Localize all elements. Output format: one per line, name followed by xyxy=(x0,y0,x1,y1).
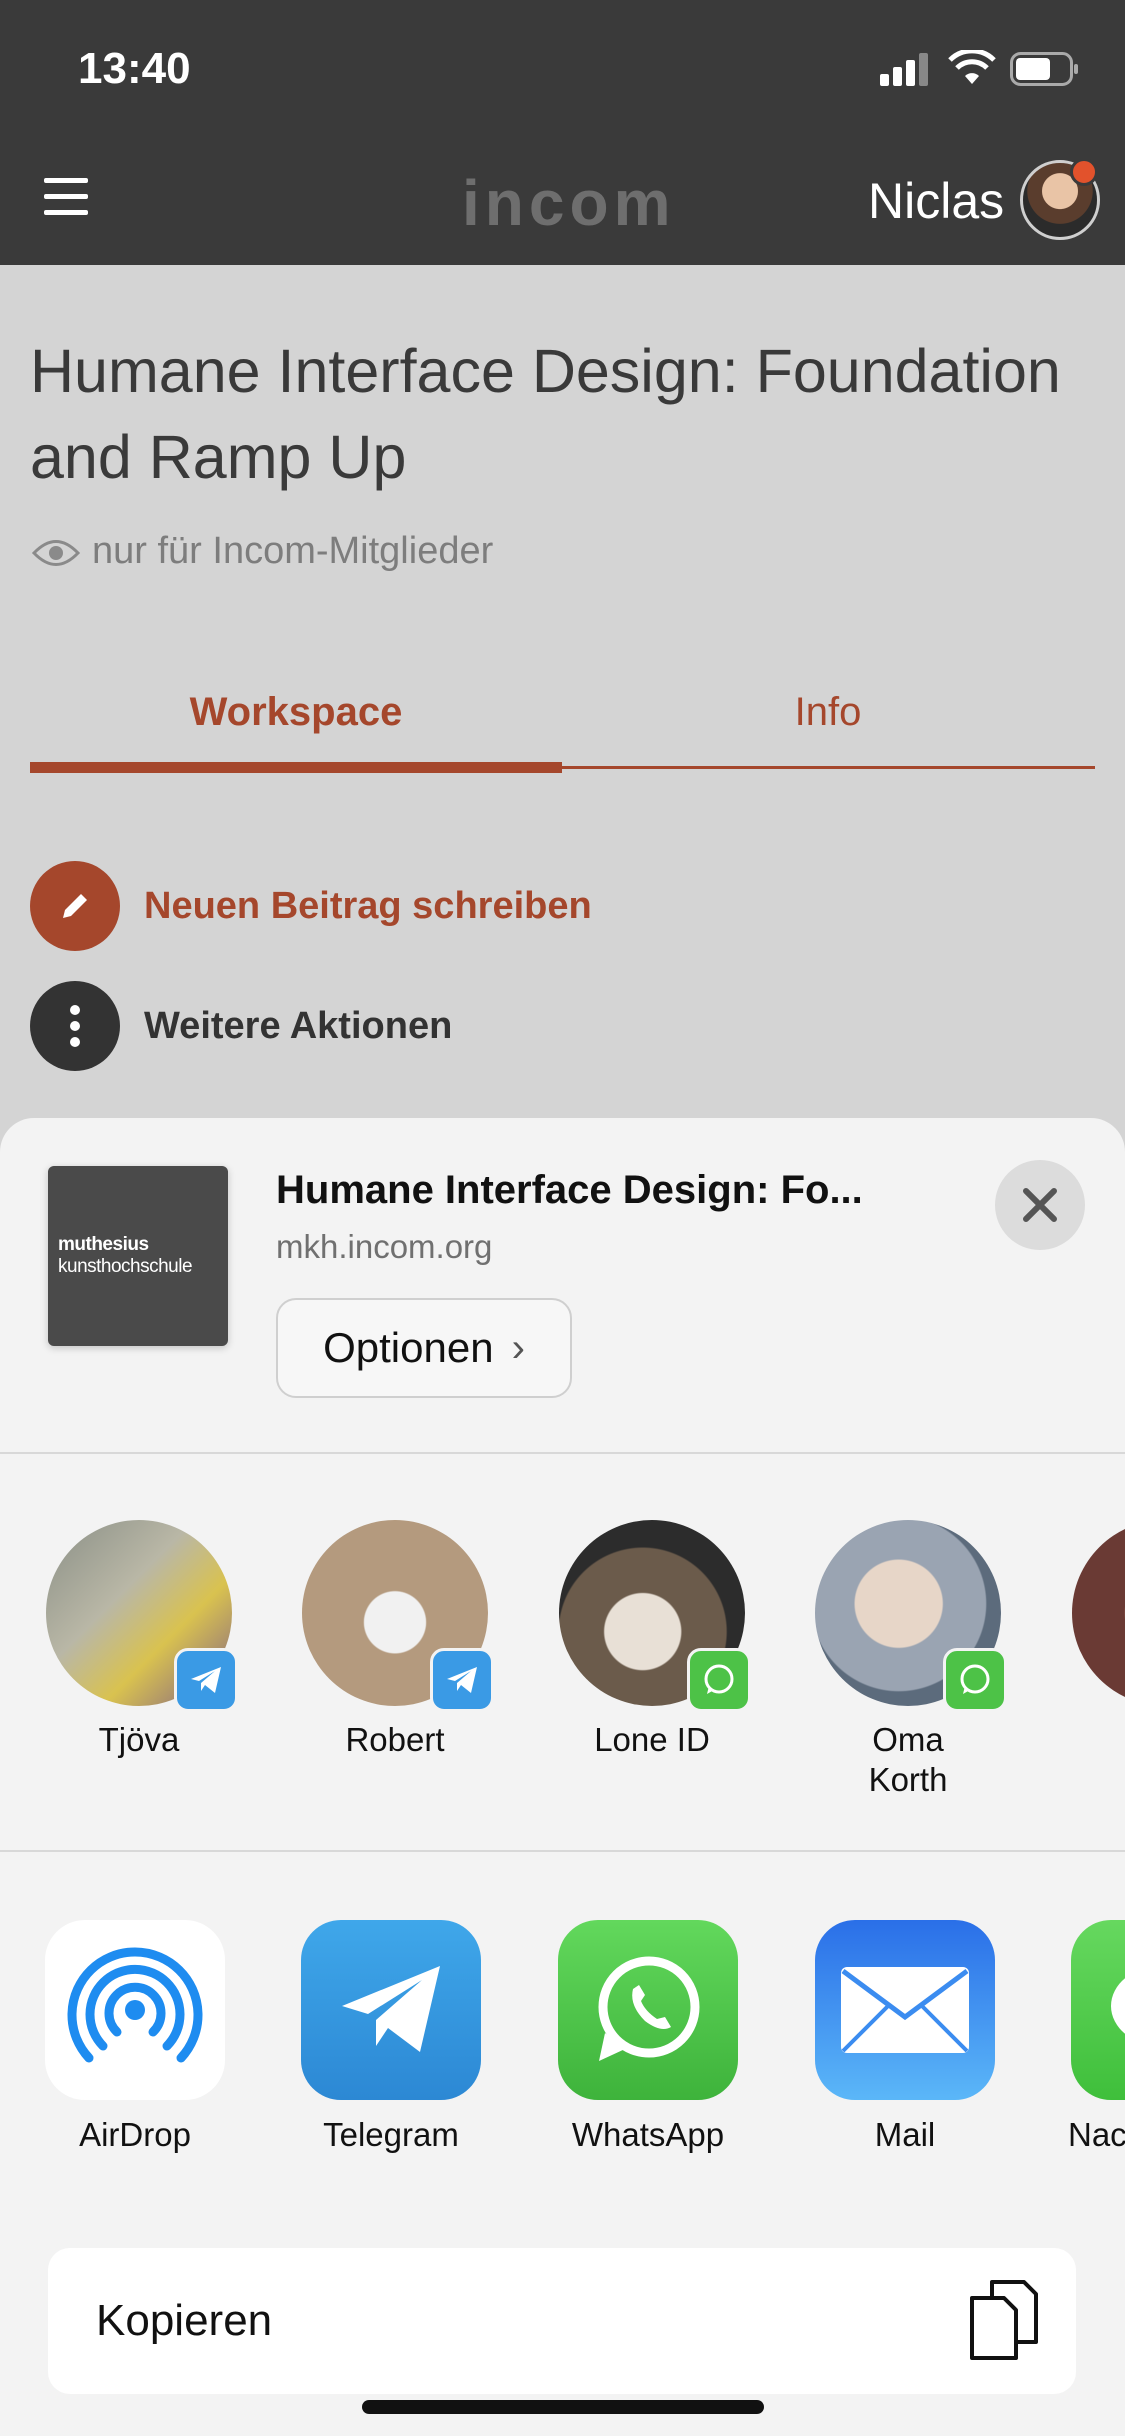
thumbnail-line2: kunsthochschule xyxy=(58,1256,193,1277)
contact-name: Lone ID xyxy=(594,1721,710,1758)
airdrop-icon xyxy=(45,1920,225,2100)
more-actions[interactable]: Weitere Aktionen xyxy=(30,980,452,1072)
new-post-label: Neuen Beitrag schreiben xyxy=(144,884,592,927)
notification-dot xyxy=(1070,158,1098,186)
app-label: AirDrop xyxy=(79,2116,191,2153)
options-label: Optionen xyxy=(323,1324,494,1371)
messages-icon xyxy=(1071,1920,1125,2100)
options-button[interactable]: Optionen › xyxy=(276,1298,572,1398)
tab-active-indicator xyxy=(30,762,562,773)
app-airdrop[interactable]: AirDrop xyxy=(30,1920,240,2154)
copy-action[interactable]: Kopieren xyxy=(48,2248,1076,2394)
copy-icon xyxy=(970,2280,1038,2360)
copy-label: Kopieren xyxy=(96,2296,273,2345)
more-actions-label: Weitere Aktionen xyxy=(144,1004,453,1047)
telegram-icon xyxy=(301,1920,481,2100)
app-label: Mail xyxy=(874,2116,936,2153)
app-label: WhatsApp xyxy=(571,2116,725,2153)
whatsapp-icon xyxy=(558,1920,738,2100)
contact-name: Tjöva xyxy=(98,1721,180,1758)
page-title: Humane Interface Design: Foundation and … xyxy=(30,337,1061,491)
app-label: Telegram xyxy=(323,2116,459,2153)
separator xyxy=(0,1850,1125,1852)
chevron-right-icon: › xyxy=(511,1325,525,1370)
contact-avatar xyxy=(559,1520,751,1712)
contact-tjova[interactable]: Tjöva xyxy=(34,1520,244,1760)
contact-avatar xyxy=(815,1520,1007,1712)
whatsapp-icon xyxy=(687,1648,751,1712)
share-sheet: muthesius kunsthochschule Humane Interfa… xyxy=(0,1118,1125,2436)
contact-avatar xyxy=(46,1520,238,1712)
app-mail[interactable]: Mail xyxy=(800,1920,1010,2154)
app-header: incom Niclas xyxy=(0,140,1125,265)
telegram-icon xyxy=(430,1648,494,1712)
share-url: mkh.incom.org xyxy=(276,1228,493,1265)
app-whatsapp[interactable]: WhatsApp xyxy=(543,1920,753,2154)
contact-name: Oma Korth xyxy=(868,1721,948,1798)
telegram-icon xyxy=(174,1648,238,1712)
contact-partial[interactable]: Y xyxy=(1060,1520,1125,1760)
menu-icon[interactable] xyxy=(44,178,88,222)
contact-name: Robert xyxy=(345,1721,445,1758)
separator xyxy=(0,1452,1125,1454)
cellular-signal-icon xyxy=(880,52,932,86)
thumbnail-line1: muthesius xyxy=(58,1234,149,1255)
status-time: 13:40 xyxy=(78,44,191,93)
tab-workspace[interactable]: Workspace xyxy=(30,690,562,735)
contact-lone-id[interactable]: Lone ID xyxy=(547,1520,757,1760)
new-post-action[interactable]: Neuen Beitrag schreiben xyxy=(30,860,592,952)
contact-oma-korth[interactable]: Oma Korth xyxy=(803,1520,1013,1800)
mail-icon xyxy=(815,1920,995,2100)
status-bar: 13:40 xyxy=(0,0,1125,140)
contact-name: Y xyxy=(1060,1720,1125,1760)
app-label: Nac xyxy=(1068,2116,1125,2153)
tab-bar: Workspace Info xyxy=(30,680,1095,780)
tab-info[interactable]: Info xyxy=(562,690,1094,735)
more-vertical-icon xyxy=(30,981,120,1071)
whatsapp-icon xyxy=(943,1648,1007,1712)
eye-icon xyxy=(32,539,80,566)
visibility-info: nur für Incom-Mitglieder xyxy=(32,530,493,573)
close-button[interactable] xyxy=(995,1160,1085,1250)
contact-robert[interactable]: Robert xyxy=(290,1520,500,1760)
app-telegram[interactable]: Telegram xyxy=(286,1920,496,2154)
contact-avatar xyxy=(302,1520,494,1712)
pencil-icon xyxy=(30,861,120,951)
close-icon xyxy=(1023,1188,1057,1222)
visibility-label: nur für Incom-Mitglieder xyxy=(92,530,494,572)
app-messages[interactable]: Nac xyxy=(1056,1920,1125,2154)
share-title: Humane Interface Design: Fo... xyxy=(276,1168,863,1212)
contact-avatar xyxy=(1072,1520,1125,1706)
user-name[interactable]: Niclas xyxy=(868,172,1004,230)
home-indicator xyxy=(362,2400,764,2414)
incom-logo[interactable]: incom xyxy=(462,166,675,240)
battery-icon xyxy=(1010,52,1078,86)
wifi-icon xyxy=(948,50,996,84)
site-thumbnail: muthesius kunsthochschule xyxy=(48,1166,228,1346)
